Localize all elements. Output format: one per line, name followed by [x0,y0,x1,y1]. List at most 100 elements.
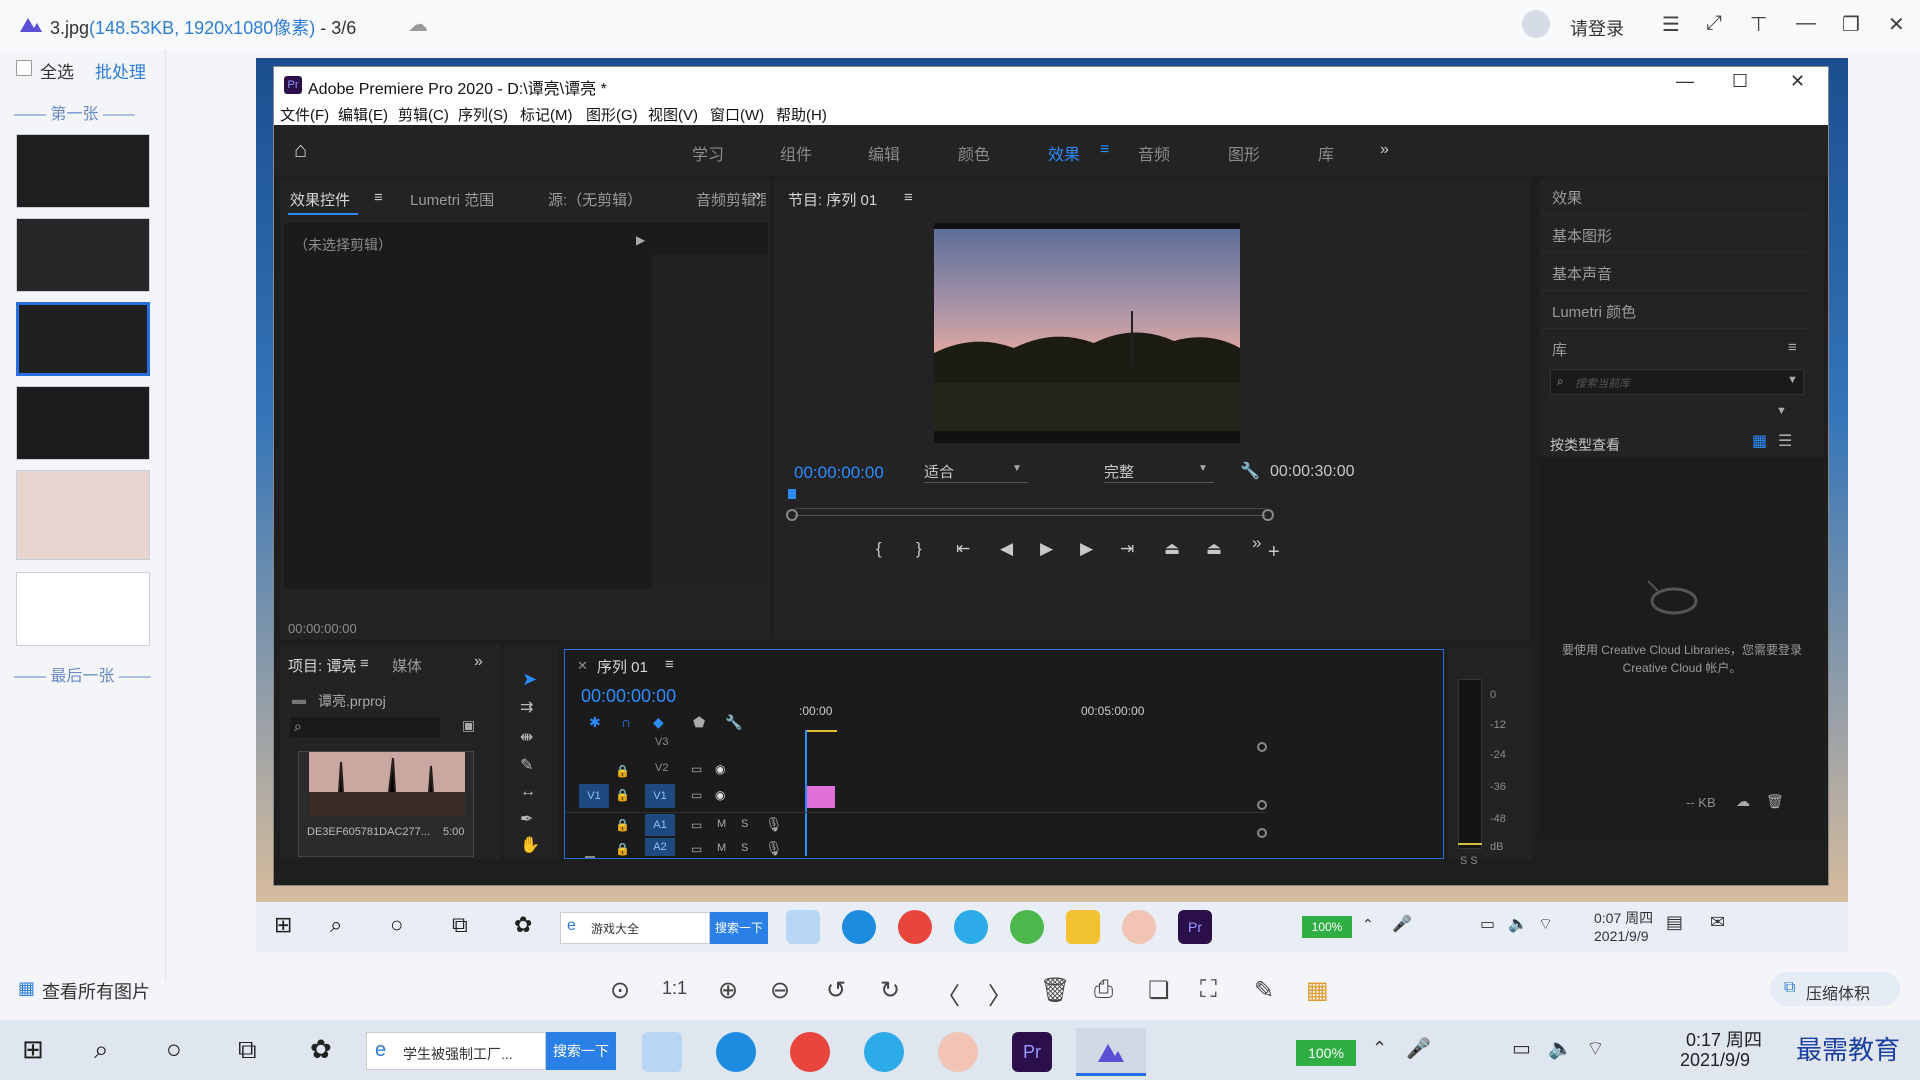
program-menu-icon[interactable]: ≡ [904,189,913,206]
inner-search-box[interactable]: e 游戏大全 [560,912,710,944]
tab-learning[interactable]: 学习 [692,141,724,165]
tab-sequence[interactable]: 序列 01 [597,656,648,677]
zoom-in-icon[interactable]: ⊕ [718,976,738,1005]
tray-volume-icon[interactable]: 🔈 [1508,914,1528,934]
inner-search-button[interactable]: 搜索一下 [710,912,768,944]
print-icon[interactable]: ⎙ [1094,976,1113,1004]
search-icon[interactable]: ⌕ [94,1034,109,1066]
more-workspaces-icon[interactable]: » [1380,141,1389,159]
lock-icon[interactable]: 🔒 [615,764,630,778]
vertical-zoom-handle[interactable] [1257,828,1267,838]
grid-view-icon[interactable]: ▦ [1752,431,1767,451]
project-more-icon[interactable]: » [474,653,483,671]
close-icon[interactable]: ✕ [1888,12,1905,37]
solo-icon[interactable]: S [741,818,748,830]
restore-icon[interactable]: ❐ [1842,12,1860,37]
tray-wifi-icon[interactable]: ⌔ [1538,914,1553,934]
project-menu-icon[interactable]: ≡ [360,655,369,672]
fullscreen-icon[interactable]: ⤢ [1706,12,1722,35]
start-icon[interactable]: ⊞ [22,1034,44,1065]
library-search-input[interactable]: ⌕ 搜索当前库 ▼ [1550,369,1804,395]
tab-media[interactable]: 媒体 [392,655,422,676]
more-buttons-icon[interactable]: » [1252,533,1261,553]
tab-source[interactable]: 源:（无剪辑） [548,189,642,210]
computer-app-icon[interactable] [642,1032,682,1072]
edge-app-icon[interactable] [716,1032,756,1072]
menu-window[interactable]: 窗口(W) [710,104,764,125]
rotate-right-icon[interactable]: ↻ [880,976,900,1005]
track-output-icon[interactable]: ▭ [691,788,702,802]
clip-thumbnail-card[interactable]: DE3EF605781DAC277... 5:00 [298,751,474,857]
minimize-icon[interactable]: — [1796,12,1816,35]
play-icon[interactable]: ▶ [1040,539,1053,559]
settings-wrench-icon[interactable]: 🔧 [1240,461,1260,481]
mute-icon[interactable]: M [717,842,726,854]
step-forward-icon[interactable]: ▶ [1080,539,1093,559]
tab-effects-menu-icon[interactable]: ≡ [1100,141,1109,159]
tray-battery-icon[interactable]: ▭ [1512,1036,1531,1061]
edge-app-icon[interactable] [842,910,876,944]
tab-libraries[interactable]: 库 [1318,141,1334,165]
tray-battery-icon[interactable]: ▭ [1480,914,1495,934]
tray-chevron-icon[interactable]: ⌃ [1372,1038,1387,1059]
meter-solo-buttons[interactable]: S S [1460,855,1478,867]
ripple-edit-tool-icon[interactable]: ⇼ [520,727,533,747]
track-select-tool-icon[interactable]: ⇉ [520,697,533,717]
thumbnail-2[interactable] [16,218,150,292]
track-a1[interactable]: A1 [645,814,675,836]
select-all-checkbox[interactable] [16,60,32,76]
source-patch-v1[interactable]: V1 [579,784,609,808]
mark-in-icon[interactable]: { [876,539,882,559]
tray-volume-icon[interactable]: 🔈 [1548,1036,1573,1061]
rotate-left-icon[interactable]: ↺ [826,976,846,1005]
chrome-app-icon[interactable] [790,1032,830,1072]
menu-marker[interactable]: 标记(M) [520,104,573,125]
step-back-icon[interactable]: ◀ [1000,539,1013,559]
image-viewer-app[interactable] [1076,1028,1146,1076]
tray-mic-icon[interactable]: 🎤 [1392,914,1412,934]
mute-icon[interactable]: M [717,818,726,830]
thumbnail-1[interactable] [16,134,150,208]
horizontal-zoom-bar[interactable] [585,856,595,858]
track-output-icon[interactable]: ▭ [691,818,702,832]
effect-controls-menu-icon[interactable]: ≡ [374,189,383,206]
avatar-app-icon[interactable] [938,1032,978,1072]
lock-icon[interactable]: 🔒 [615,788,630,802]
cloud-sync-icon[interactable]: ☁ [1736,793,1750,810]
grid-view-icon[interactable]: ▦ [18,978,35,999]
lift-icon[interactable]: ⏏ [1164,539,1180,559]
tab-color[interactable]: 颜色 [958,141,990,165]
select-all-label[interactable]: 全选 [40,58,74,83]
tray-chevron-icon[interactable]: ⌃ [1362,916,1374,933]
thumbnail-5[interactable] [16,470,150,560]
solo-icon[interactable]: S [741,842,748,854]
clock-time[interactable]: 0:17 周四 [1686,1026,1762,1052]
panel-essential-sound[interactable]: 基本声音 [1540,255,1808,291]
extract-icon[interactable]: ⏏ [1206,539,1222,559]
zoom-handle-left[interactable] [786,509,798,521]
pr-close-icon[interactable]: ✕ [1790,71,1805,92]
tab-audio[interactable]: 音频 [1138,141,1170,165]
message-icon[interactable]: ✉ [1710,912,1725,933]
menu-icon[interactable]: ☰ [1662,12,1680,37]
track-v1[interactable]: V1 [645,784,675,808]
expand-arrow-icon[interactable]: ▶ [636,233,645,247]
menu-help[interactable]: 帮助(H) [776,104,827,125]
pr-maximize-icon[interactable]: ☐ [1732,71,1748,92]
panel-more-icon[interactable]: » [752,187,761,205]
sequence-timecode[interactable]: 00:00:00:00 [581,686,676,707]
zoom-bar[interactable] [794,515,1266,516]
compress-button[interactable]: ⧉ 压缩体积 [1770,972,1900,1006]
tab-graphics[interactable]: 图形 [1228,141,1260,165]
ie-app-icon[interactable] [1010,910,1044,944]
clock-date[interactable]: 2021/9/9 [1680,1050,1750,1071]
inner-clock-date[interactable]: 2021/9/9 [1594,928,1649,944]
tab-editing[interactable]: 编辑 [868,141,900,165]
track-v2[interactable]: V2 [655,762,668,774]
mic-icon[interactable]: 🎙 [765,840,783,857]
mic-icon[interactable]: 🎙 [765,816,783,833]
add-button-icon[interactable]: + [1268,541,1280,564]
tray-mic-icon[interactable]: 🎤 [1406,1036,1431,1061]
computer-app-icon[interactable] [786,910,820,944]
batch-link[interactable]: 批处理 [95,58,146,83]
